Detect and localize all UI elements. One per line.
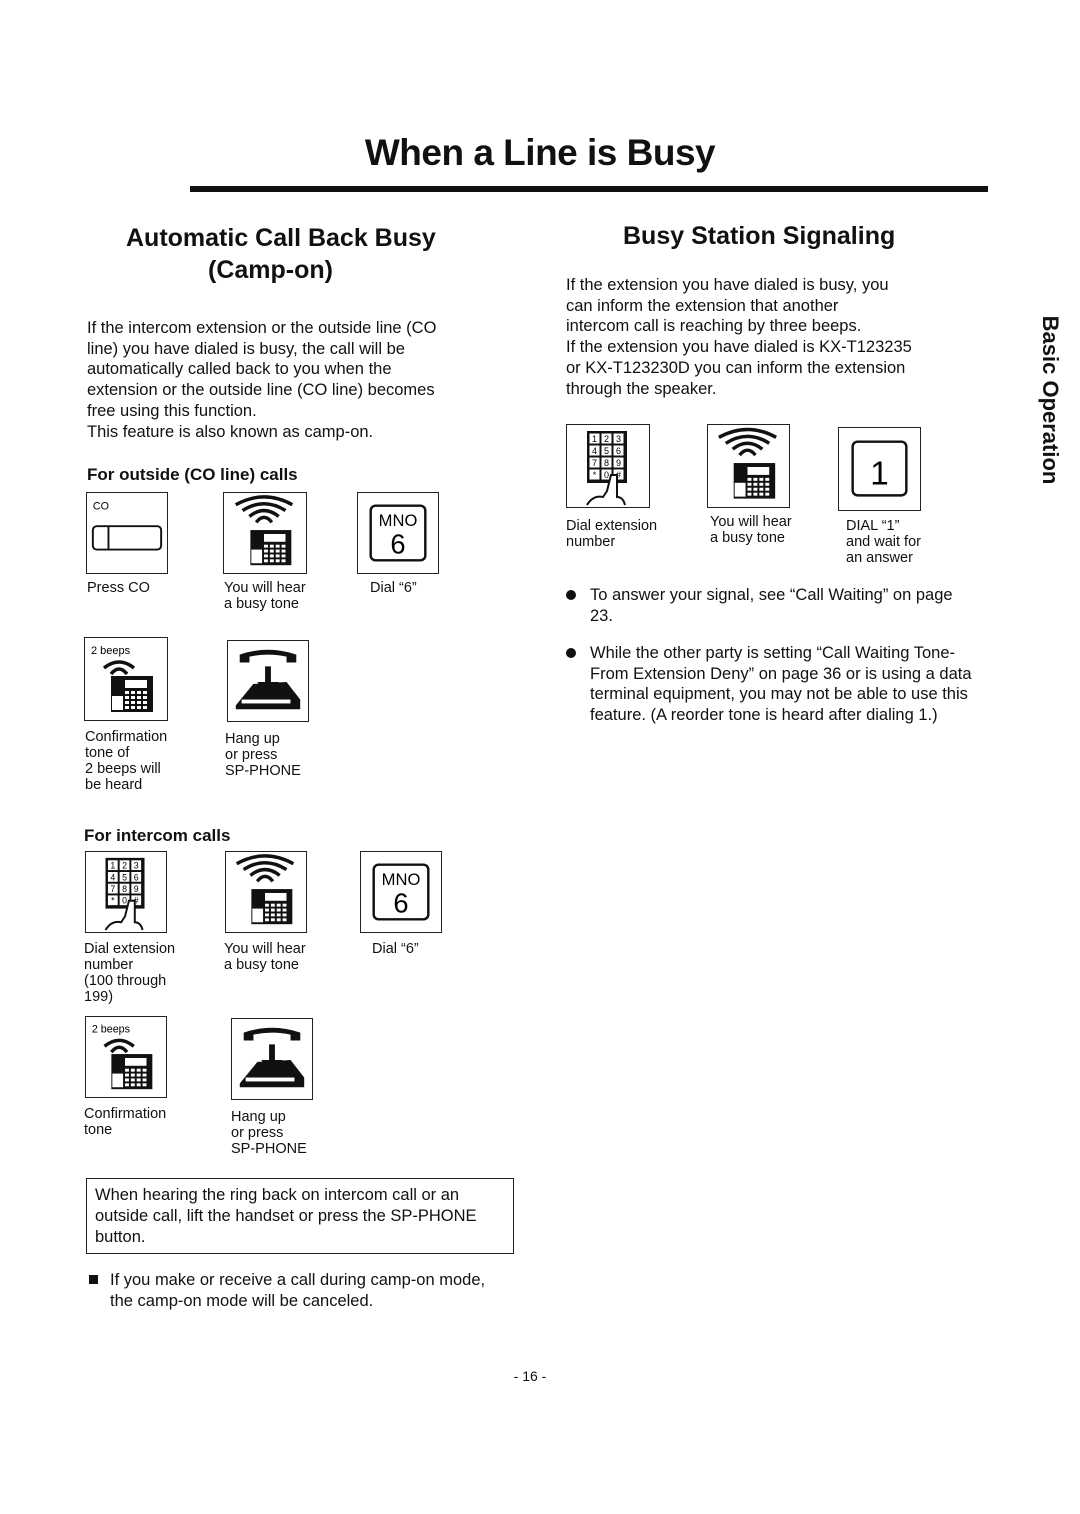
para-line: extension or the outside line (CO line) … (87, 381, 435, 400)
svg-text:7: 7 (592, 458, 597, 468)
dial-1-key-icon: 1 (838, 427, 921, 511)
svg-text:7: 7 (110, 884, 115, 894)
svg-text:1: 1 (870, 456, 888, 493)
svg-text:CO: CO (93, 501, 109, 513)
svg-text:6: 6 (616, 446, 621, 456)
step-label: Confirmation tone (84, 1106, 167, 1138)
ring-back-note: When hearing the ring back on intercom c… (86, 1178, 514, 1254)
svg-text:0: 0 (122, 896, 127, 906)
intercom-calls-heading: For intercom calls (84, 826, 231, 845)
svg-text:*: * (593, 470, 597, 480)
keypad-icon: 1 2 3 4 5 6 7 8 9 * 0 # (566, 424, 650, 508)
svg-text:2: 2 (604, 434, 609, 444)
bullet-square (89, 1275, 98, 1284)
para-line: intercom call is reaching by three beeps… (566, 317, 862, 336)
svg-text:2 beeps: 2 beeps (91, 645, 131, 657)
deny-tone-note: While the other party is setting “Call W… (590, 644, 972, 725)
manual-page: When a Line is Busy Basic Operation Auto… (0, 0, 1080, 1514)
busy-tone-phone-icon (225, 851, 307, 933)
step-label: You will hear a busy tone (224, 941, 306, 973)
svg-text:0: 0 (604, 470, 609, 480)
svg-text:4: 4 (110, 872, 115, 882)
beeps-phone-icon: 2 beeps (84, 637, 168, 721)
dial-6-key-icon: MNO 6 (360, 851, 442, 933)
svg-text:1: 1 (592, 434, 597, 444)
page-title: When a Line is Busy (364, 132, 716, 173)
step-label: Press CO (87, 580, 150, 596)
hang-up-icon (227, 640, 309, 722)
svg-text:2: 2 (122, 861, 127, 871)
busy-station-heading: Busy Station Signaling (623, 222, 896, 250)
svg-text:2 beeps: 2 beeps (92, 1024, 130, 1036)
svg-text:3: 3 (616, 434, 621, 444)
para-line: If the intercom extension or the outside… (87, 319, 437, 337)
hang-up-icon (231, 1018, 313, 1100)
busy-tone-phone-icon (707, 424, 790, 508)
busy-tone-phone-icon (223, 492, 307, 574)
svg-text:3: 3 (134, 861, 139, 871)
svg-text:9: 9 (616, 458, 621, 468)
step-label: Dial extension number (566, 518, 658, 550)
para-line: line) you have dialed is busy, the call … (87, 339, 405, 358)
para-line: If the extension you have dialed is KX-T… (566, 338, 912, 357)
svg-text:9: 9 (134, 884, 139, 894)
camp-on-heading-2: (Camp-on) (208, 256, 333, 284)
para-line: through the speaker. (566, 379, 717, 398)
step-label: You will hear a busy tone (710, 514, 792, 546)
busy-station-paragraph: If the extension you have dialed is busy… (566, 275, 912, 399)
para-line: or KX-T123230D you can inform the extens… (566, 358, 906, 377)
step-label: Dial extension number (100 through 199) (84, 941, 176, 1005)
side-tab: Basic Operation (1038, 315, 1063, 485)
svg-text:5: 5 (122, 872, 127, 882)
page-number: - 16 - (513, 1368, 547, 1384)
svg-text:MNO: MNO (379, 511, 418, 530)
keypad-icon: 1 2 3 4 5 6 7 8 9 * 0 # (85, 851, 167, 933)
svg-text:8: 8 (122, 884, 127, 894)
bullet-dot (566, 648, 576, 658)
step-label: DIAL “1” and wait for an answer (846, 518, 921, 566)
title-rule (190, 186, 988, 192)
step-label: Dial “6” (370, 580, 417, 596)
para-line: free using this function. (87, 401, 257, 420)
para-line: If the extension you have dialed is busy… (566, 276, 889, 294)
step-label: You will hear a busy tone (224, 580, 306, 612)
svg-text:6: 6 (390, 528, 405, 559)
camp-on-heading: Automatic Call Back Busy (126, 224, 436, 252)
camp-on-cancel-note: If you make or receive a call during cam… (110, 1271, 486, 1310)
outside-calls-heading: For outside (CO line) calls (87, 465, 298, 484)
svg-text:*: * (111, 896, 115, 906)
svg-text:MNO: MNO (382, 870, 421, 889)
svg-text:4: 4 (592, 446, 597, 456)
camp-on-paragraph: If the intercom extension or the outside… (87, 318, 436, 442)
svg-text:6: 6 (393, 887, 408, 918)
step-label: Hang up or press SP-PHONE (225, 731, 301, 779)
co-button-icon: CO (86, 492, 168, 574)
svg-text:8: 8 (604, 458, 609, 468)
svg-text:5: 5 (604, 446, 609, 456)
svg-text:1: 1 (110, 861, 115, 871)
svg-text:6: 6 (134, 872, 139, 882)
step-label: Confirmation tone of 2 beeps will be hea… (85, 729, 168, 793)
beeps-phone-icon: 2 beeps (85, 1016, 167, 1098)
para-line: automatically called back to you when th… (87, 360, 392, 379)
step-label: Hang up or press SP-PHONE (231, 1109, 307, 1157)
call-waiting-note: To answer your signal, see “Call Waiting… (590, 586, 953, 625)
para-line: can inform the extension that another (566, 296, 839, 315)
para-line: This feature is also known as camp-on. (87, 422, 374, 441)
bullet-dot (566, 590, 576, 600)
dial-6-key-icon: MNO 6 (357, 492, 439, 574)
step-label: Dial “6” (372, 941, 419, 957)
